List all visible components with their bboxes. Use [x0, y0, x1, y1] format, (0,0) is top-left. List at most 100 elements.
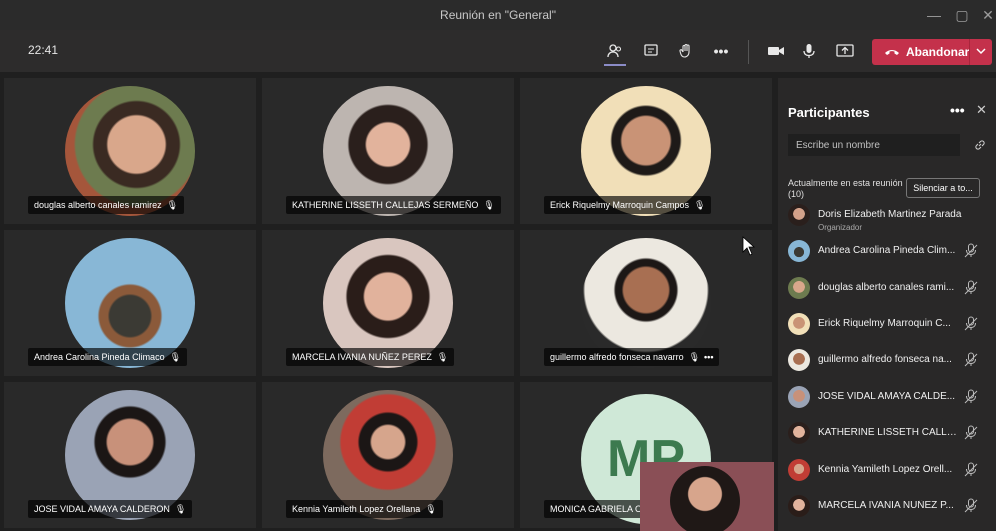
meeting-timer: 22:41 — [28, 43, 59, 57]
window-title: Reunión en "General" — [440, 8, 556, 22]
more-icon[interactable]: ••• — [710, 40, 732, 62]
participant-row-name: douglas alberto canales rami... — [818, 282, 955, 293]
mic-off-icon — [964, 352, 978, 373]
avatar — [788, 313, 810, 335]
participant-nametag: Erick Riquelmy Marroquin Campos 🎙 — [544, 196, 712, 214]
participant-row[interactable]: Andrea Carolina Pineda Clim... — [788, 240, 988, 264]
panel-title: Participantes — [788, 105, 870, 120]
chevron-down-icon[interactable] — [975, 44, 987, 58]
participant-row[interactable]: guillermo alfredo fonseca na... — [788, 349, 988, 373]
camera-icon[interactable] — [765, 40, 787, 62]
maximize-icon[interactable]: ▢ — [952, 5, 972, 25]
mic-off-icon — [964, 243, 978, 264]
participant-nametag: MARCELA IVANIA NUÑEZ PEREZ 🎙 — [286, 348, 455, 366]
share-invite-icon[interactable] — [974, 138, 986, 156]
participant-nametag: guillermo alfredo fonseca navarro 🎙 ••• — [544, 348, 720, 366]
leave-button[interactable]: Abandonar — [872, 39, 992, 65]
participant-name: KATHERINE LISSETH CALLEJAS SERMEÑO — [292, 200, 479, 210]
mic-muted-icon: 🎙 — [174, 503, 187, 514]
mute-all-button[interactable]: Silenciar a to... — [906, 178, 980, 198]
participant-row-name: guillermo alfredo fonseca na... — [818, 354, 952, 365]
participants-panel: Participantes ••• ✕ Actualmente en esta … — [778, 78, 996, 531]
participant-row[interactable]: Erick Riquelmy Marroquin C... — [788, 313, 988, 337]
participant-row[interactable]: douglas alberto canales rami... — [788, 277, 988, 301]
avatar — [788, 204, 810, 226]
video-tile[interactable]: douglas alberto canales ramirez 🎙 — [4, 78, 256, 224]
participant-name: MONICA GABRIELA ORE — [550, 504, 655, 514]
participant-row-name: Kennia Yamileth Lopez Orell... — [818, 464, 953, 475]
video-tile[interactable]: Erick Riquelmy Marroquin Campos 🎙 — [520, 78, 772, 224]
video-tile[interactable]: Andrea Carolina Pineda Climaco 🎙 — [4, 230, 256, 376]
participant-nametag: Andrea Carolina Pineda Climaco 🎙 — [28, 348, 188, 366]
avatar — [788, 349, 810, 371]
hang-up-icon — [885, 50, 899, 55]
mic-muted-icon: 🎙 — [483, 199, 495, 210]
participant-row-name: MARCELA IVANIA NUÑEZ P... — [818, 500, 954, 511]
participant-row[interactable]: KATHERINE LISSETH CALLEJ... — [788, 422, 988, 446]
close-panel-icon[interactable]: ✕ — [976, 102, 987, 118]
participant-name: MARCELA IVANIA NUÑEZ PEREZ — [292, 352, 432, 362]
avatar — [788, 386, 810, 408]
mic-off-icon — [964, 462, 978, 483]
participant-row-name: JOSE VIDAL AMAYA CALDE... — [818, 391, 956, 402]
video-tile[interactable]: guillermo alfredo fonseca navarro 🎙 ••• — [520, 230, 772, 376]
toolbar-divider — [748, 40, 749, 64]
video-tile[interactable]: KATHERINE LISSETH CALLEJAS SERMEÑO 🎙 — [262, 78, 514, 224]
chat-icon[interactable] — [640, 40, 662, 62]
share-screen-icon[interactable] — [834, 40, 856, 62]
avatar — [788, 422, 810, 444]
participant-row-name: Andrea Carolina Pineda Clim... — [818, 245, 956, 256]
avatar — [788, 240, 810, 262]
self-video-preview[interactable] — [640, 462, 774, 531]
mic-off-icon — [964, 316, 978, 337]
participant-row[interactable]: MARCELA IVANIA NUÑEZ P... — [788, 495, 988, 519]
meeting-toolbar: 22:41 ••• Abandonar — [0, 30, 996, 72]
self-video-face — [670, 466, 740, 531]
participant-row[interactable]: JOSE VIDAL AMAYA CALDE... — [788, 386, 988, 410]
video-tile[interactable]: MARCELA IVANIA NUÑEZ PEREZ 🎙 — [262, 230, 514, 376]
mic-off-icon — [964, 389, 978, 410]
participant-name: guillermo alfredo fonseca navarro — [550, 352, 684, 362]
close-window-icon[interactable]: ✕ — [978, 5, 996, 25]
avatar — [788, 495, 810, 517]
title-bar: Reunión en "General" — ▢ ✕ — [0, 0, 996, 30]
avatar — [788, 459, 810, 481]
in-meeting-section-label: Actualmente en esta reunión (10) — [788, 178, 903, 199]
mic-off-icon — [964, 498, 978, 519]
mic-muted-icon: 🎙 — [436, 351, 449, 362]
participant-row-name: Erick Riquelmy Marroquin C... — [818, 318, 951, 329]
participant-search-input[interactable] — [788, 134, 960, 156]
participant-nametag: douglas alberto canales ramirez 🎙 — [28, 196, 185, 214]
mic-off-icon — [964, 425, 978, 446]
minimize-icon[interactable]: — — [924, 5, 944, 25]
participant-name: JOSE VIDAL AMAYA CALDERON — [34, 504, 170, 514]
mic-muted-icon: 🎙 — [166, 199, 179, 210]
mic-muted-icon: 🎙 — [694, 199, 706, 210]
video-tile[interactable]: Kennia Yamileth Lopez Orellana 🎙 — [262, 382, 514, 528]
participant-name: douglas alberto canales ramirez — [34, 200, 162, 210]
mouse-cursor-icon — [742, 236, 756, 256]
participant-name: Kennia Yamileth Lopez Orellana — [292, 504, 421, 514]
mic-muted-icon: 🎙 — [688, 351, 701, 362]
participants-icon[interactable] — [604, 40, 626, 62]
participant-nametag: KATHERINE LISSETH CALLEJAS SERMEÑO 🎙 — [286, 196, 501, 214]
mic-icon[interactable] — [798, 40, 820, 62]
participants-active-indicator — [604, 64, 626, 66]
panel-more-icon[interactable]: ••• — [950, 102, 965, 118]
participant-row[interactable]: Kennia Yamileth Lopez Orell... — [788, 459, 988, 483]
participant-name: Andrea Carolina Pineda Climaco — [34, 352, 165, 362]
participant-nametag: JOSE VIDAL AMAYA CALDERON 🎙 — [28, 500, 193, 518]
leave-divider — [969, 39, 970, 65]
participant-row-name: Doris Elizabeth Martinez Parada — [818, 209, 962, 220]
mic-off-icon — [964, 280, 978, 301]
participant-nametag: Kennia Yamileth Lopez Orellana 🎙 — [286, 500, 443, 518]
participant-row-name: KATHERINE LISSETH CALLEJ... — [818, 427, 958, 438]
video-tile[interactable]: JOSE VIDAL AMAYA CALDERON 🎙 — [4, 382, 256, 528]
leave-label: Abandonar — [906, 45, 970, 59]
participant-role: Organizador — [818, 223, 863, 232]
participant-name: Erick Riquelmy Marroquin Campos — [550, 200, 690, 210]
participant-row[interactable]: Doris Elizabeth Martinez Parada Organiza… — [788, 204, 988, 232]
raise-hand-icon[interactable] — [675, 40, 697, 62]
avatar — [788, 277, 810, 299]
more-options-icon[interactable]: ••• — [704, 352, 713, 362]
